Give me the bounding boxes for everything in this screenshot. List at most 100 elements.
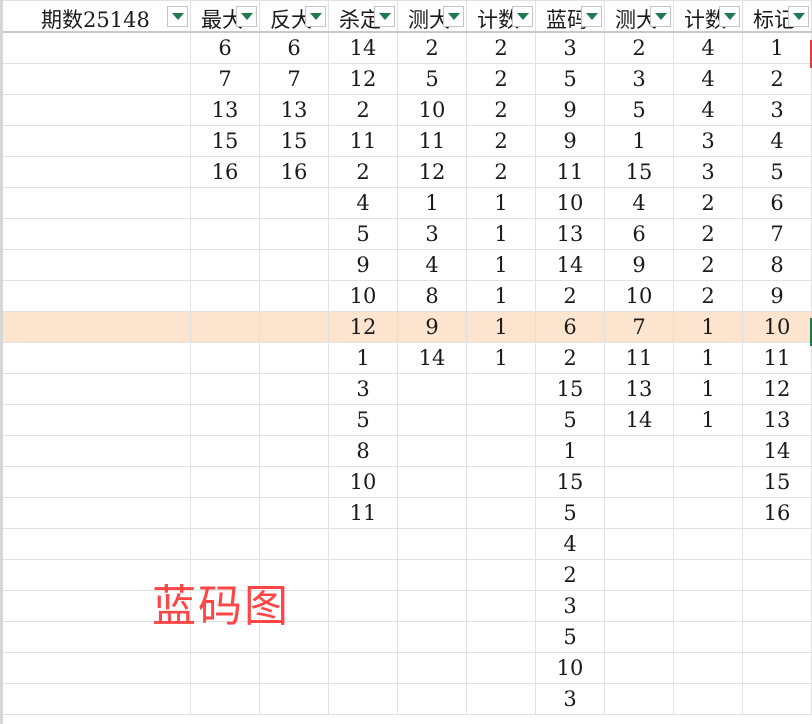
filter-dropdown-icon[interactable] — [305, 6, 326, 27]
table-cell[interactable]: 11 — [535, 156, 605, 188]
table-cell[interactable] — [466, 683, 536, 715]
table-cell[interactable]: 5 — [604, 94, 674, 126]
table-cell[interactable] — [466, 466, 536, 498]
table-cell[interactable]: 12 — [397, 156, 467, 188]
table-cell[interactable]: 1 — [604, 125, 674, 157]
table-cell[interactable]: 9 — [328, 249, 398, 281]
table-cell[interactable]: 13 — [259, 94, 329, 126]
column-header-8[interactable]: 计数 — [673, 0, 743, 33]
table-cell[interactable] — [397, 528, 467, 560]
table-cell[interactable]: 2 — [673, 280, 743, 312]
table-cell[interactable] — [742, 528, 812, 560]
table-cell[interactable]: 14 — [604, 404, 674, 436]
table-cell[interactable] — [0, 683, 191, 715]
table-cell[interactable]: 2 — [466, 63, 536, 95]
table-cell[interactable]: 11 — [328, 125, 398, 157]
table-cell[interactable]: 3 — [604, 63, 674, 95]
table-cell[interactable]: 14 — [535, 249, 605, 281]
table-cell[interactable] — [604, 435, 674, 467]
table-cell[interactable]: 5 — [535, 497, 605, 529]
table-cell[interactable] — [0, 311, 191, 343]
table-cell[interactable] — [259, 404, 329, 436]
table-cell[interactable] — [0, 435, 191, 467]
table-cell[interactable] — [397, 652, 467, 684]
table-cell[interactable] — [604, 652, 674, 684]
table-cell[interactable] — [0, 342, 191, 374]
table-cell[interactable]: 3 — [673, 156, 743, 188]
table-cell[interactable]: 3 — [397, 218, 467, 250]
table-cell[interactable] — [604, 683, 674, 715]
table-cell[interactable] — [604, 621, 674, 653]
table-cell[interactable]: 1 — [466, 311, 536, 343]
table-cell[interactable] — [0, 652, 191, 684]
table-cell[interactable] — [259, 466, 329, 498]
table-cell[interactable] — [397, 404, 467, 436]
table-cell[interactable] — [397, 435, 467, 467]
table-cell[interactable] — [190, 280, 260, 312]
table-cell[interactable]: 3 — [742, 94, 812, 126]
table-cell[interactable]: 1 — [535, 435, 605, 467]
table-cell[interactable]: 1 — [466, 280, 536, 312]
table-cell[interactable] — [0, 497, 191, 529]
table-cell[interactable]: 3 — [535, 683, 605, 715]
table-cell[interactable]: 5 — [328, 404, 398, 436]
table-cell[interactable] — [259, 249, 329, 281]
column-header-2[interactable]: 反大 — [259, 0, 329, 33]
table-cell[interactable]: 10 — [742, 311, 812, 343]
filter-dropdown-icon[interactable] — [374, 6, 395, 27]
table-cell[interactable]: 3 — [328, 373, 398, 405]
table-cell[interactable] — [466, 435, 536, 467]
table-cell[interactable] — [190, 218, 260, 250]
column-header-1[interactable]: 最大 — [190, 0, 260, 33]
table-cell[interactable]: 8 — [742, 249, 812, 281]
table-cell[interactable] — [604, 559, 674, 591]
table-cell[interactable]: 2 — [673, 218, 743, 250]
table-cell[interactable]: 9 — [535, 94, 605, 126]
table-cell[interactable] — [259, 342, 329, 374]
column-header-6[interactable]: 蓝码 — [535, 0, 605, 33]
table-cell[interactable]: 9 — [397, 311, 467, 343]
table-cell[interactable]: 2 — [604, 31, 674, 64]
table-cell[interactable]: 2 — [466, 31, 536, 64]
table-cell[interactable] — [466, 652, 536, 684]
table-cell[interactable] — [328, 652, 398, 684]
table-cell[interactable] — [259, 497, 329, 529]
table-cell[interactable]: 10 — [328, 280, 398, 312]
table-cell[interactable] — [259, 652, 329, 684]
table-cell[interactable] — [0, 373, 191, 405]
filter-dropdown-icon[interactable] — [788, 6, 809, 27]
table-cell[interactable]: 11 — [328, 497, 398, 529]
table-cell[interactable]: 1 — [328, 342, 398, 374]
table-cell[interactable]: 16 — [259, 156, 329, 188]
table-cell[interactable] — [397, 621, 467, 653]
table-cell[interactable] — [742, 590, 812, 622]
table-cell[interactable]: 5 — [535, 404, 605, 436]
table-cell[interactable]: 5 — [535, 621, 605, 653]
table-cell[interactable] — [466, 590, 536, 622]
table-cell[interactable]: 14 — [328, 31, 398, 64]
table-cell[interactable]: 6 — [535, 311, 605, 343]
table-cell[interactable] — [604, 497, 674, 529]
table-cell[interactable] — [466, 528, 536, 560]
table-cell[interactable]: 4 — [535, 528, 605, 560]
table-cell[interactable]: 1 — [466, 342, 536, 374]
table-cell[interactable] — [190, 249, 260, 281]
table-cell[interactable] — [0, 528, 191, 560]
table-cell[interactable]: 16 — [190, 156, 260, 188]
table-cell[interactable]: 2 — [466, 156, 536, 188]
table-cell[interactable] — [0, 404, 191, 436]
table-cell[interactable]: 7 — [742, 218, 812, 250]
table-cell[interactable] — [0, 94, 191, 126]
table-cell[interactable]: 5 — [397, 63, 467, 95]
table-cell[interactable]: 1 — [397, 187, 467, 219]
table-cell[interactable] — [673, 590, 743, 622]
table-cell[interactable] — [0, 31, 191, 64]
table-cell[interactable] — [673, 435, 743, 467]
table-cell[interactable] — [397, 466, 467, 498]
table-cell[interactable] — [190, 404, 260, 436]
table-cell[interactable]: 2 — [328, 94, 398, 126]
table-cell[interactable]: 2 — [397, 31, 467, 64]
table-cell[interactable] — [0, 63, 191, 95]
filter-dropdown-icon[interactable] — [719, 6, 740, 27]
table-cell[interactable]: 7 — [259, 63, 329, 95]
